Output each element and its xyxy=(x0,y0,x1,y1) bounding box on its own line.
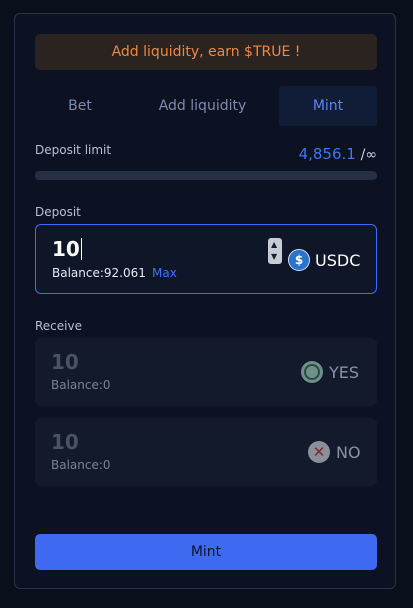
deposit-limit-progress xyxy=(35,171,377,180)
mode-tabs: Bet Add liquidity Mint xyxy=(35,86,377,126)
deposit-limit-label: Deposit limit xyxy=(35,143,112,157)
deposit-amount-input[interactable]: 10 xyxy=(52,237,82,261)
receive-label: Receive xyxy=(35,319,82,333)
stepper-up-icon[interactable]: ▲ xyxy=(271,241,277,249)
promo-banner: Add liquidity, earn $TRUE ! xyxy=(35,34,377,70)
tab-add-liquidity[interactable]: Add liquidity xyxy=(130,86,275,126)
receive-no-label: NO xyxy=(336,442,361,462)
deposit-label: Deposit xyxy=(35,205,81,219)
max-button[interactable]: Max xyxy=(152,266,177,280)
receive-yes-token: YES xyxy=(301,361,359,383)
infinity-symbol: ∞ xyxy=(365,147,377,163)
deposit-token: $ USDC xyxy=(288,249,360,271)
receive-yes-amount: 10 xyxy=(51,350,79,374)
tab-bet[interactable]: Bet xyxy=(35,86,125,126)
number-stepper[interactable]: ▲ ▼ xyxy=(268,238,282,264)
deposit-token-label: USDC xyxy=(315,250,361,270)
receive-no-token: ✕ NO xyxy=(308,441,361,463)
yes-token-icon xyxy=(301,361,323,383)
mint-panel: Add liquidity, earn $TRUE ! Bet Add liqu… xyxy=(14,13,396,589)
receive-no-amount: 10 xyxy=(51,430,79,454)
deposit-balance: Balance:92.061 xyxy=(52,266,146,280)
mint-button[interactable]: Mint xyxy=(35,534,377,570)
receive-yes-balance: Balance:0 xyxy=(51,378,111,392)
tab-mint[interactable]: Mint xyxy=(279,86,377,126)
receive-yes-box: 10 Balance:0 YES xyxy=(35,338,377,406)
receive-no-box: 10 Balance:0 ✕ NO xyxy=(35,418,377,486)
deposit-amount-value: 10 xyxy=(52,237,80,261)
deposit-limit-amount: 4,856.1 xyxy=(298,145,356,163)
stepper-down-icon[interactable]: ▼ xyxy=(271,253,277,261)
receive-no-balance: Balance:0 xyxy=(51,458,111,472)
receive-yes-label: YES xyxy=(329,362,360,382)
no-token-icon: ✕ xyxy=(308,441,330,463)
text-caret xyxy=(80,238,82,260)
deposit-input-box[interactable]: 10 Balance:92.061 Max ▲ ▼ $ USDC xyxy=(35,224,377,294)
deposit-limit-value: 4,856.1 /∞ xyxy=(299,145,377,163)
usdc-icon: $ xyxy=(288,249,310,271)
